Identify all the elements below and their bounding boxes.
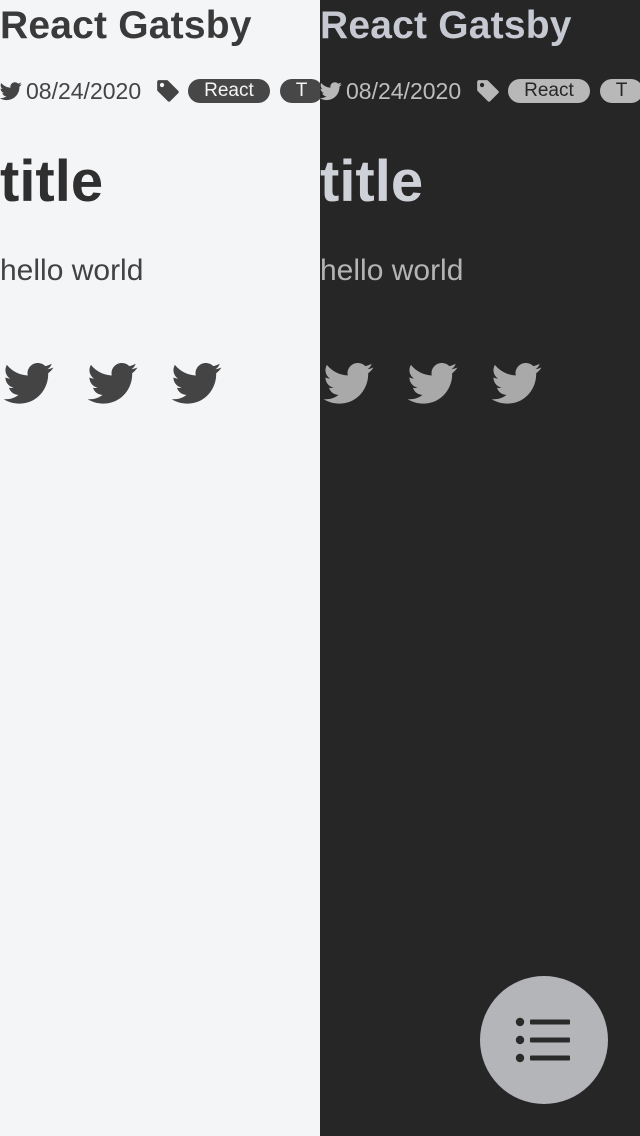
tag-t[interactable]: T	[599, 79, 640, 103]
dark-theme-pane: React Gatsby 08/24/2020 React T title he…	[320, 0, 640, 1136]
twitter-icon[interactable]	[4, 360, 54, 406]
twitter-icon[interactable]	[172, 360, 222, 406]
twitter-icon[interactable]	[88, 360, 138, 406]
post-title: title	[0, 149, 104, 214]
post-body: hello world	[320, 254, 464, 287]
post-body: hello world	[0, 254, 144, 287]
twitter-icon	[320, 80, 342, 102]
twitter-icon[interactable]	[408, 360, 458, 406]
post-title: title	[320, 149, 424, 214]
tag-react[interactable]: React	[188, 79, 270, 103]
table-of-contents-button[interactable]	[480, 976, 608, 1104]
tag-icon	[475, 78, 501, 104]
tag-react[interactable]: React	[508, 79, 590, 103]
post-date: 08/24/2020	[346, 77, 462, 104]
theme-comparison-stage: React Gatsby 08/24/2020 React T title he…	[0, 0, 640, 1136]
light-theme-pane: React Gatsby 08/24/2020 React T title he…	[0, 0, 320, 1136]
share-buttons	[4, 360, 222, 406]
tag-icon	[155, 78, 181, 104]
tag-t[interactable]: T	[279, 79, 320, 103]
list-icon	[514, 1016, 574, 1064]
site-title[interactable]: React Gatsby	[320, 4, 572, 48]
share-buttons	[324, 360, 542, 406]
twitter-icon[interactable]	[492, 360, 542, 406]
site-title[interactable]: React Gatsby	[0, 4, 252, 48]
twitter-icon	[0, 80, 22, 102]
post-date: 08/24/2020	[26, 77, 142, 104]
twitter-icon[interactable]	[324, 360, 374, 406]
post-meta: 08/24/2020 React T	[0, 76, 320, 106]
post-meta: 08/24/2020 React T	[320, 76, 640, 106]
